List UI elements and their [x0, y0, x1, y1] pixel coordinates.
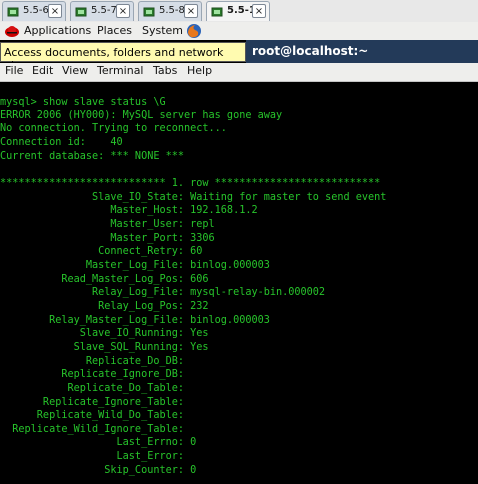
terminal-line: Replicate_Do_Table: [0, 383, 185, 394]
menu-tabs[interactable]: Tabs [153, 64, 177, 77]
terminal-line: No connection. Trying to reconnect... [0, 123, 227, 134]
menu-terminal[interactable]: Terminal [97, 64, 144, 77]
terminal-line: Connection id: 40 [0, 137, 123, 148]
places-menu[interactable]: Places [97, 24, 132, 37]
terminal-line: Master_Port: 3306 [0, 233, 215, 244]
terminal-line: Slave_IO_State: Waiting for master to se… [0, 192, 387, 203]
terminal-line: *************************** 1. row *****… [0, 178, 381, 189]
gnome-top-panel: Applications Places System [0, 22, 478, 40]
terminal-line: Connect_Retry: 60 [0, 246, 203, 257]
terminal-line: Relay_Master_Log_File: binlog.000003 [0, 315, 270, 326]
applications-menu[interactable]: Applications [24, 24, 91, 37]
menu-view[interactable]: View [62, 64, 88, 77]
terminal-tab-icon [143, 7, 155, 17]
terminal-line: Relay_Log_Pos: 232 [0, 301, 209, 312]
tab-label: 5.5-7 [91, 5, 117, 16]
terminal-line: Master_Host: 192.168.1.2 [0, 205, 258, 216]
close-icon[interactable]: × [116, 4, 130, 18]
menu-help[interactable]: Help [187, 64, 212, 77]
terminal-line: Replicate_Wild_Do_Table: [0, 410, 185, 421]
terminal-line: Replicate_Ignore_Table: [0, 397, 185, 408]
tab-5-5-6[interactable]: 5.5-6 × [2, 1, 66, 21]
tab-label: 5.5-6 [23, 5, 49, 16]
terminal-tab-icon [7, 7, 19, 17]
window-title: root@localhost:~ [252, 44, 369, 58]
menu-edit[interactable]: Edit [32, 64, 53, 77]
terminal-line: Slave_SQL_Running: Yes [0, 342, 209, 353]
menu-file[interactable]: File [5, 64, 23, 77]
close-icon[interactable]: × [48, 4, 62, 18]
terminal-line: mysql> show slave status \G [0, 97, 166, 108]
tab-label: 5.5-8 [159, 5, 185, 16]
window-title-bar[interactable]: root@localhost:~ [246, 40, 478, 64]
terminal-line: Last_Error: [0, 451, 185, 462]
terminal-line: Master_User: repl [0, 219, 215, 230]
terminal-tab-strip: 5.5-6 × 5.5-7 × 5.5-8 × 5.5-10 × [0, 0, 478, 23]
places-tooltip: Access documents, folders and network pl… [0, 42, 246, 72]
terminal-line: Replicate_Ignore_DB: [0, 369, 185, 380]
terminal-line: Read_Master_Log_Pos: 606 [0, 274, 209, 285]
tab-5-5-10[interactable]: 5.5-10 × [206, 1, 270, 21]
terminal-tab-icon [75, 7, 87, 17]
terminal-line: Replicate_Wild_Ignore_Table: [0, 424, 185, 435]
redhat-logo-icon [5, 26, 19, 37]
terminal-line: Skip_Counter: 0 [0, 465, 197, 476]
tab-5-5-7[interactable]: 5.5-7 × [70, 1, 134, 21]
terminal-tab-icon [211, 7, 223, 17]
terminal-line: Relay_Log_File: mysql-relay-bin.000002 [0, 287, 326, 298]
system-menu[interactable]: System [142, 24, 183, 37]
firefox-icon[interactable] [186, 23, 202, 39]
terminal-line: Replicate_Do_DB: [0, 356, 185, 367]
terminal-line: ERROR 2006 (HY000): MySQL server has gon… [0, 110, 283, 121]
tab-5-5-8[interactable]: 5.5-8 × [138, 1, 202, 21]
terminal-output[interactable]: mysql> show slave status \G ERROR 2006 (… [0, 82, 478, 482]
terminal-line: Slave_IO_Running: Yes [0, 328, 209, 339]
terminal-line: Current database: *** NONE *** [0, 151, 185, 162]
close-icon[interactable]: × [252, 4, 266, 18]
terminal-menu-bar: File Edit View Terminal Tabs Help [0, 63, 478, 82]
terminal-line: Last_Errno: 0 [0, 437, 197, 448]
terminal-line: Master_Log_File: binlog.000003 [0, 260, 270, 271]
close-icon[interactable]: × [184, 4, 198, 18]
